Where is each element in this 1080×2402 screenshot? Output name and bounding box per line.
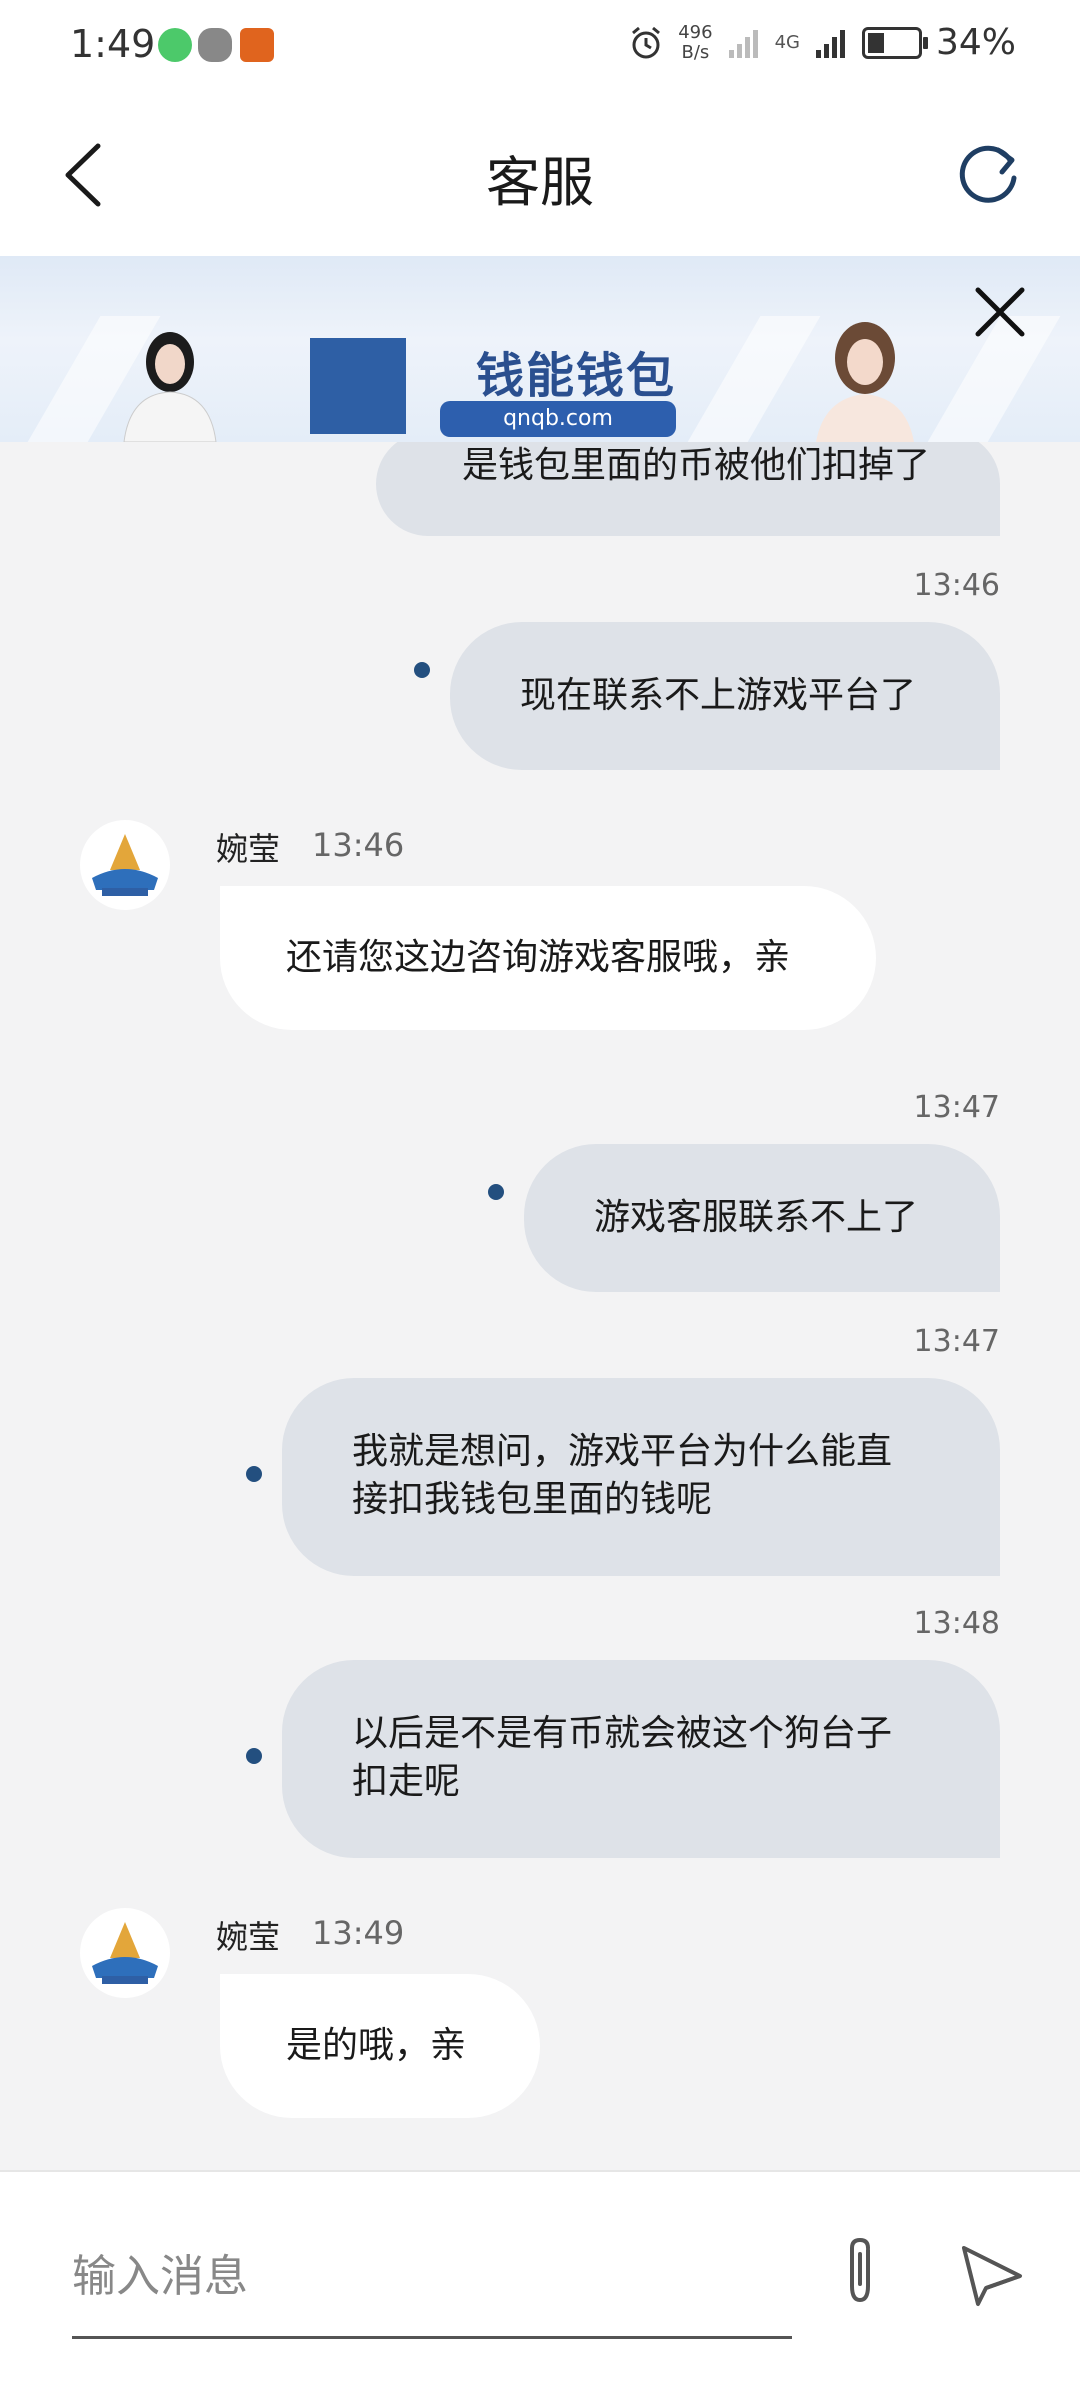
cell-signal-icon xyxy=(815,29,845,58)
agent-avatar xyxy=(80,1908,170,1998)
refresh-icon[interactable] xyxy=(952,138,1024,210)
wifi-signal-off-icon xyxy=(728,29,758,58)
message-text-line: 扣走呢 xyxy=(352,1761,461,1802)
message-text: 是的哦，亲 xyxy=(286,2025,467,2066)
ad-brand-title: 钱能钱包 xyxy=(476,348,677,404)
sent-status-dot xyxy=(246,1748,262,1764)
message-bubble-outgoing: 是钱包里面的币被他们扣掉了 xyxy=(376,442,1000,536)
message-timestamp: 13:46 xyxy=(913,568,1000,603)
message-input[interactable] xyxy=(72,2236,792,2316)
message-text-line: 接扣我钱包里面的钱呢 xyxy=(352,1479,713,1520)
page-title: 客服 xyxy=(486,151,594,214)
status-bar: 1:49 496 B/s 4G 34% xyxy=(0,0,1080,96)
brand-logo-icon xyxy=(92,1922,158,1984)
input-underline xyxy=(72,2336,792,2339)
ad-model-left-image xyxy=(123,332,217,442)
message-bubble-outgoing: 以后是不是有币就会被这个狗台子 扣走呢 xyxy=(282,1660,1000,1858)
sent-status-dot xyxy=(246,1466,262,1482)
chat-thread[interactable]: 是钱包里面的币被他们扣掉了 13:46 现在联系不上游戏平台了 婉莹 13:46… xyxy=(0,442,1080,2170)
status-right-group: 496 B/s 4G 34% xyxy=(628,22,1016,63)
app-header: 客服 xyxy=(0,96,1080,256)
message-bubble-outgoing: 游戏客服联系不上了 xyxy=(524,1144,1000,1292)
message-text: 游戏客服联系不上了 xyxy=(594,1197,919,1238)
agent-name: 婉莹 xyxy=(216,830,281,868)
agent-name: 婉莹 xyxy=(216,1918,281,1956)
message-text: 还请您这边咨询游戏客服哦，亲 xyxy=(286,937,791,978)
pop-app-icon xyxy=(158,28,192,62)
ad-banner[interactable]: 钱能钱包 qnqb.com xyxy=(0,256,1080,442)
message-timestamp: 13:47 xyxy=(913,1324,1000,1359)
close-ad-icon[interactable] xyxy=(972,284,1028,340)
alarm-icon xyxy=(632,26,661,58)
network-type-label: 4G xyxy=(774,32,800,53)
message-timestamp: 13:47 xyxy=(913,1090,1000,1125)
message-text-line: 以后是不是有币就会被这个狗台子 xyxy=(352,1713,893,1754)
message-bubble-outgoing: 我就是想问，游戏平台为什么能直 接扣我钱包里面的钱呢 xyxy=(282,1378,1000,1576)
send-icon[interactable] xyxy=(956,2238,1028,2310)
brand-logo-icon xyxy=(92,834,158,896)
message-bubble-outgoing: 现在联系不上游戏平台了 xyxy=(450,622,1000,770)
game-app-icon xyxy=(240,28,274,62)
wechat-icon xyxy=(198,28,232,62)
status-time: 1:49 xyxy=(70,22,156,66)
message-timestamp: 13:48 xyxy=(913,1606,1000,1641)
message-text: 现在联系不上游戏平台了 xyxy=(520,675,917,716)
ad-url: qnqb.com xyxy=(440,401,676,437)
ad-model-right-image xyxy=(816,322,914,442)
message-composer xyxy=(0,2170,1080,2402)
message-timestamp: 13:49 xyxy=(312,1914,405,1952)
message-bubble-incoming: 还请您这边咨询游戏客服哦，亲 xyxy=(220,886,876,1030)
paperclip-icon[interactable] xyxy=(830,2232,890,2312)
message-text: 是钱包里面的币被他们扣掉了 xyxy=(461,445,930,486)
sent-status-dot xyxy=(414,662,430,678)
battery-icon xyxy=(861,26,928,59)
message-bubble-incoming: 是的哦，亲 xyxy=(220,1974,540,2118)
agent-avatar xyxy=(80,820,170,910)
battery-percent: 34% xyxy=(935,22,1016,63)
message-timestamp: 13:46 xyxy=(312,826,405,864)
ad-brand-logo xyxy=(310,338,406,434)
network-speed: 496 B/s xyxy=(678,21,713,63)
message-text-line: 我就是想问，游戏平台为什么能直 xyxy=(352,1431,893,1472)
sent-status-dot xyxy=(488,1184,504,1200)
